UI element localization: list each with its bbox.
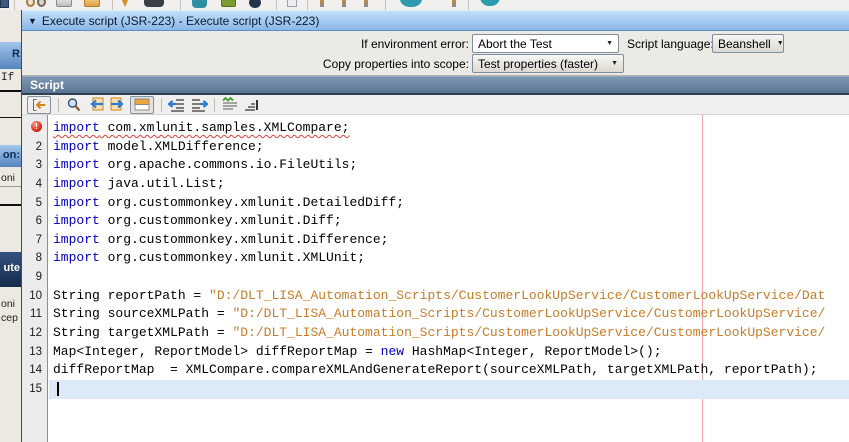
folder-icon[interactable] (84, 0, 100, 7)
shift-left-icon[interactable] (167, 97, 187, 113)
line-number: 12 (29, 327, 42, 340)
code-line (49, 379, 849, 399)
find-next-icon[interactable] (108, 97, 128, 113)
format-indent-icon[interactable] (242, 97, 262, 113)
chevron-down-icon: ▼ (776, 40, 784, 47)
line-number: ! (22, 119, 47, 138)
script-panel-title: Script (30, 78, 65, 92)
line-number: 8 (35, 252, 42, 265)
cropped-label-oni2: oni (1, 298, 16, 310)
code-line: String sourceXMLPath = "D:/DLT_LISA_Auto… (53, 306, 826, 322)
line-number: 14 (29, 364, 42, 377)
grid-icon[interactable] (221, 0, 236, 7)
env-error-dropdown[interactable]: Abort the Test ▼ (472, 34, 619, 53)
save-icon[interactable] (56, 0, 72, 7)
line-number: 2 (35, 140, 42, 153)
execute-script-step-editor: R If on: oni ute oni cep ▼ Execute scrip… (0, 0, 849, 442)
code-line: import java.util.List; (53, 175, 225, 191)
pin-icon[interactable] (342, 0, 346, 7)
cropped-header-on[interactable]: on: (0, 145, 21, 167)
line-number: 9 (35, 271, 42, 284)
highlight-matches-icon[interactable] (130, 95, 154, 114)
line-number: 15 (29, 382, 42, 395)
chevron-down-icon: ▼ (611, 60, 618, 67)
code-line: import org.custommonkey.xmlunit.XMLUnit; (53, 250, 366, 266)
step-title: Execute script (JSR-223) - Execute scrip… (41, 13, 320, 28)
env-error-value: Abort the Test (478, 36, 552, 51)
step-settings-form: If environment error: Abort the Test ▼ S… (22, 31, 849, 76)
line-number: 11 (30, 308, 42, 321)
script-language-label: Script language: (627, 37, 714, 51)
gutter: ! 2 3 4 5 6 7 8 9 10 11 12 13 14 15 (22, 115, 48, 442)
line-number: 13 (29, 345, 42, 358)
line-number: 6 (35, 215, 42, 228)
script-language-dropdown[interactable]: Beanshell ▼ (712, 34, 784, 53)
code-line: import org.custommonkey.xmlunit.Diff; (53, 213, 342, 229)
chevron-down-icon: ▼ (606, 40, 613, 47)
script-editor[interactable]: ! 2 3 4 5 6 7 8 9 10 11 12 13 14 15 import com.xmlunit… (22, 115, 849, 442)
pencil-icon[interactable] (121, 0, 129, 7)
code-line: import org.custommonkey.xmlunit.Differen… (53, 231, 389, 247)
script-panel-header: Script (22, 76, 849, 95)
code-line: import org.custommonkey.xmlunit.Detailed… (53, 194, 405, 210)
users-icon[interactable] (26, 0, 35, 7)
cropped-button-ute[interactable]: ute (0, 252, 21, 287)
cropped-button-r[interactable]: R (0, 42, 21, 69)
app-icon[interactable] (0, 0, 9, 8)
open-script-icon[interactable] (27, 95, 51, 114)
code-line: import com.xmlunit.samples.XMLCompare; (53, 120, 350, 135)
code-line: diffReportMap = XMLCompare.compareXMLAnd… (53, 362, 818, 378)
cropped-label-if: If (1, 72, 15, 84)
line-number: 4 (35, 177, 42, 190)
refresh-icon[interactable] (400, 0, 422, 7)
cropped-label-cep: cep (1, 312, 18, 324)
step-header[interactable]: ▼ Execute script (JSR-223) - Execute scr… (22, 10, 849, 31)
env-error-label: If environment error: (360, 37, 469, 51)
cropped-label: on: (2, 149, 20, 161)
collapse-triangle-icon[interactable]: ▼ (28, 16, 37, 26)
error-icon: ! (31, 121, 42, 133)
binoculars-icon[interactable] (144, 0, 164, 7)
line-number: 7 (35, 233, 42, 246)
line-number: 10 (29, 289, 42, 302)
code-lines[interactable]: import com.xmlunit.samples.XMLCompare; im… (49, 115, 849, 442)
pin-icon[interactable] (364, 0, 368, 7)
shift-right-icon[interactable] (189, 97, 209, 113)
cropped-label: ute (3, 262, 21, 274)
panel-icon[interactable] (287, 0, 297, 7)
text-cursor (57, 381, 59, 396)
code-line: import model.XMLDifference; (53, 138, 264, 154)
cropped-label-oni: oni (0, 172, 21, 187)
search-icon[interactable] (64, 97, 84, 113)
copy-scope-dropdown[interactable]: Test properties (faster) ▼ (472, 54, 624, 73)
find-previous-icon[interactable] (86, 97, 106, 113)
script-language-value: Beanshell (718, 36, 771, 51)
users-icon[interactable] (37, 0, 46, 7)
line-number: 5 (35, 196, 42, 209)
copy-scope-value: Test properties (faster) (478, 56, 599, 71)
globe-icon[interactable] (249, 0, 261, 8)
copy-scope-label: Copy properties into scope: (322, 57, 469, 71)
code-line: String targetXMLPath = "D:/DLT_LISA_Auto… (53, 325, 826, 341)
application-toolbar-cropped (0, 0, 849, 10)
word-wrap-icon[interactable] (220, 96, 240, 113)
left-panel-cropped: R If on: oni ute oni cep (0, 10, 22, 442)
cropped-label: R (12, 48, 20, 60)
gear-icon[interactable] (192, 0, 207, 8)
editor-toolbar (22, 95, 849, 115)
pin-icon[interactable] (452, 0, 456, 7)
code-line: String reportPath = "D:/DLT_LISA_Automat… (53, 287, 826, 303)
redo-icon[interactable] (480, 0, 500, 6)
line-number: 3 (35, 159, 42, 172)
code-line: import org.apache.commons.io.FileUtils; (53, 157, 358, 173)
code-line: Map<Integer, ReportModel> diffReportMap … (53, 343, 662, 359)
pin-icon[interactable] (320, 0, 324, 7)
